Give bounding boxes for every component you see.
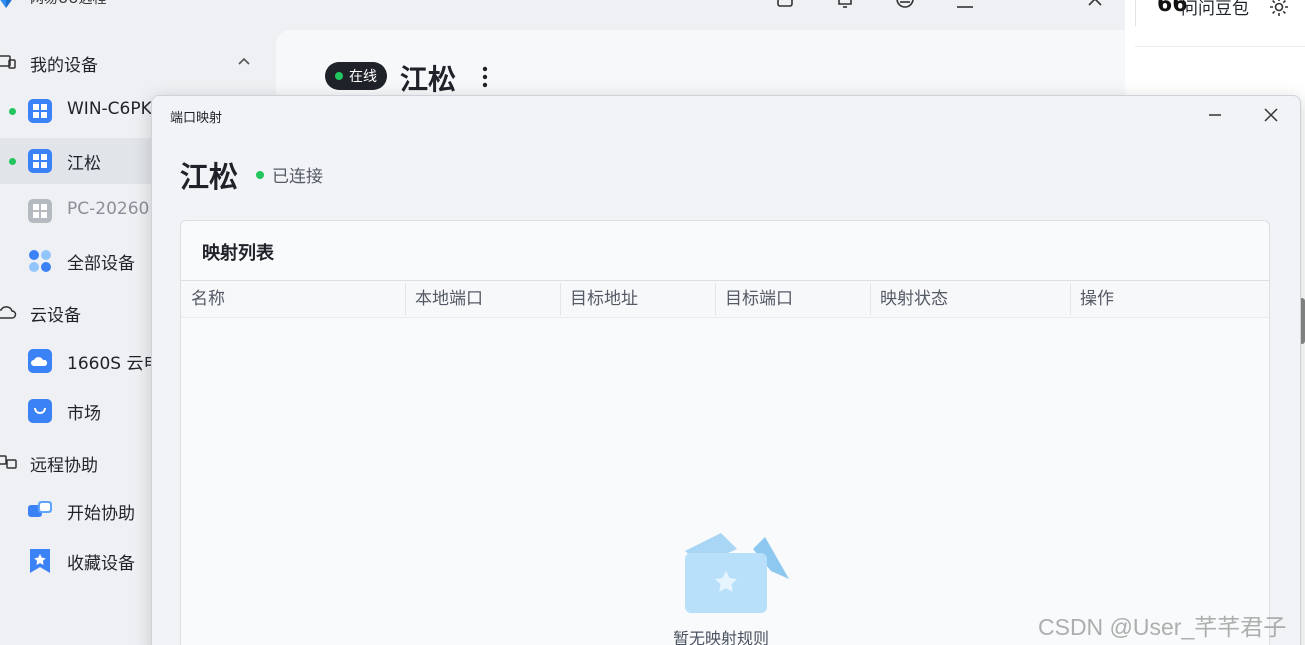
windows-icon <box>28 99 52 123</box>
close-icon[interactable] <box>1260 104 1282 126</box>
mapping-list-title: 映射列表 <box>202 243 274 264</box>
close-icon[interactable] <box>1084 0 1106 10</box>
sidebar-section-label: 我的设备 <box>30 56 98 76</box>
sidebar-item-label: 1660S 云电 <box>67 354 161 374</box>
gear-icon[interactable] <box>1268 0 1290 18</box>
cloud-pc-icon <box>28 349 52 373</box>
dialog-title: 端口映射 <box>170 111 223 126</box>
chevron-up-icon[interactable] <box>236 54 252 70</box>
sidebar-item-label: 江松 <box>67 154 101 174</box>
column-header-actions: 操作 <box>1080 289 1114 309</box>
market-bag-icon <box>28 399 52 423</box>
star-bookmark-icon <box>30 549 50 573</box>
mapping-list-card: 映射列表 名称 本地端口 目标地址 目标端口 映射状态 操作 暂无映射规则 <box>180 220 1270 645</box>
minimize-icon[interactable] <box>1204 104 1226 126</box>
remote-assist-icon <box>0 455 17 469</box>
empty-state-text: 暂无映射规则 <box>673 629 770 645</box>
app-logo-icon <box>0 0 12 8</box>
column-header-local-port: 本地端口 <box>415 289 483 309</box>
sidebar-item-label: 市场 <box>67 404 101 424</box>
sidebar-item-label: PC-20260 <box>67 199 150 219</box>
sidebar-item-label: 收藏设备 <box>67 554 135 574</box>
connected-dot <box>256 170 264 179</box>
connection-status: 已连接 <box>256 162 323 187</box>
window-share-icon[interactable] <box>775 0 797 10</box>
windows-icon <box>28 199 52 223</box>
column-header-target-address: 目标地址 <box>570 289 638 309</box>
more-vertical-icon[interactable] <box>478 64 492 90</box>
divider <box>1135 46 1305 47</box>
monitor-icon <box>0 55 16 69</box>
sidebar-section-my-devices[interactable]: 我的设备 <box>0 48 276 76</box>
device-title: 江松 <box>400 63 457 96</box>
avatar-icon[interactable] <box>894 0 916 10</box>
sidebar-section-label: 远程协助 <box>30 456 98 476</box>
online-dot <box>9 108 16 115</box>
cloud-icon <box>0 306 17 319</box>
start-assist-icon <box>28 501 52 517</box>
status-badge-label: 在线 <box>349 69 377 85</box>
empty-box-icon <box>685 533 789 613</box>
sidebar-section-label: 云设备 <box>30 306 81 326</box>
column-header-mapping-status: 映射状态 <box>880 289 948 309</box>
ask-doubao-button[interactable]: 问问豆包 <box>1181 0 1249 19</box>
watermark-text: CSDN @User_芊芊君子 <box>1038 614 1287 640</box>
sidebar-item-label: 开始协助 <box>67 504 135 524</box>
online-status-badge: 在线 <box>325 62 387 90</box>
dialog-device-name: 江松 <box>180 160 239 194</box>
bell-icon[interactable] <box>834 0 856 10</box>
column-header-name: 名称 <box>191 289 225 309</box>
connection-status-label: 已连接 <box>272 167 323 187</box>
all-devices-icon <box>29 250 51 272</box>
port-mapping-dialog: 端口映射 江松 已连接 映射列表 名称 本地端口 目标地址 目标端口 映射状态 … <box>151 95 1301 645</box>
windows-icon <box>28 149 52 173</box>
column-header-target-port: 目标端口 <box>725 289 793 309</box>
online-dot <box>9 158 16 165</box>
app-titlebar: 网易UU远程 <box>0 0 1125 28</box>
divider <box>1135 0 1136 26</box>
sidebar-item-label: WIN-C6PK <box>67 99 152 119</box>
sidebar-item-label: 全部设备 <box>67 254 135 274</box>
online-dot <box>335 72 343 80</box>
app-title: 网易UU远程 <box>30 0 107 8</box>
minimize-icon[interactable] <box>954 0 976 10</box>
table-header: 名称 本地端口 目标地址 目标端口 映射状态 操作 <box>181 280 1269 318</box>
